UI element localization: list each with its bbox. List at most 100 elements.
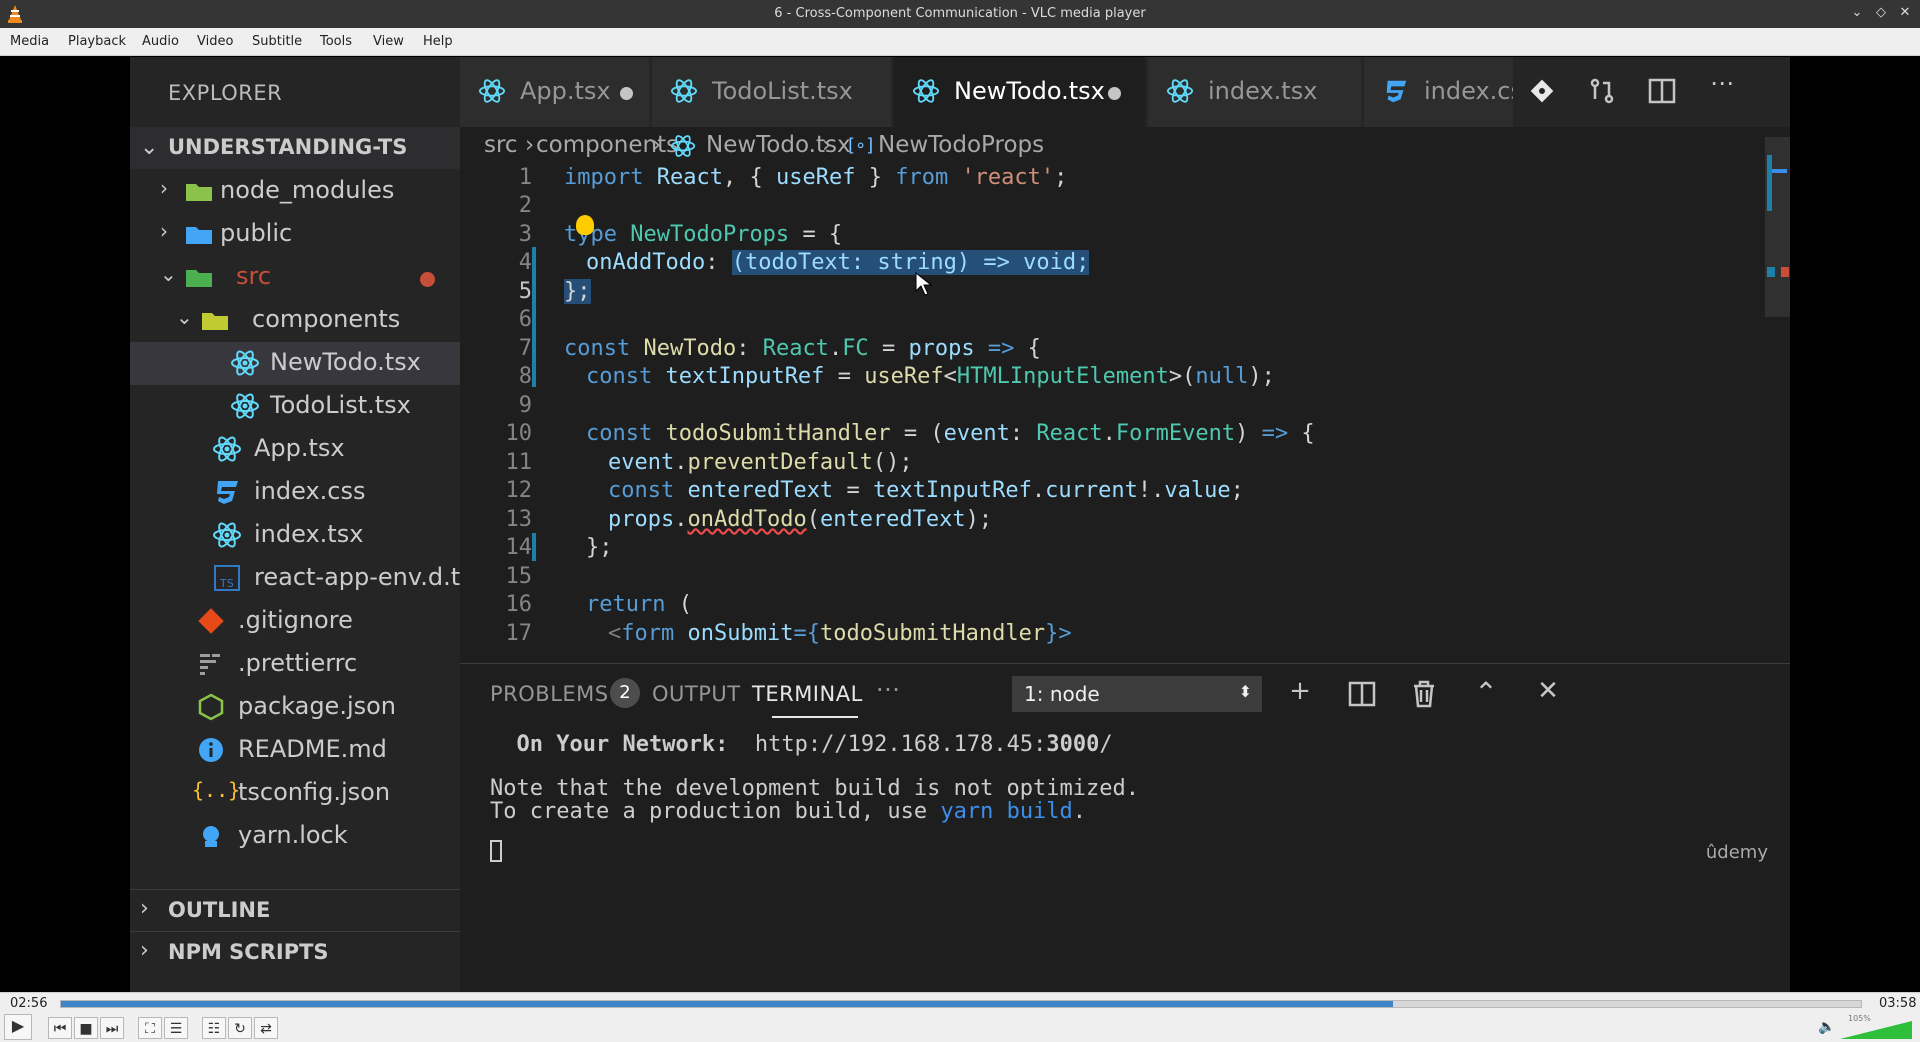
menu-video[interactable]: Video [197, 34, 233, 49]
code-line: <form onSubmit={todoSubmitHandler}> [608, 621, 1072, 646]
tree-item-react-app-env[interactable]: TS react-app-env.d.ts [130, 557, 473, 600]
tree-item-todolist[interactable]: TodoList.tsx [130, 385, 460, 428]
tab-index-css[interactable]: index.cs [1364, 57, 1514, 127]
menu-tools[interactable]: Tools [320, 34, 352, 49]
error-dot-icon [420, 272, 435, 287]
fullscreen-button[interactable]: ⛶ [138, 1017, 162, 1039]
menu-view[interactable]: View [373, 34, 404, 49]
breadcrumb-src[interactable]: src [484, 132, 518, 158]
git-compare-icon[interactable] [1526, 75, 1558, 107]
minimize-icon[interactable]: ⌄ [1848, 4, 1866, 22]
tree-label: components [252, 305, 401, 333]
tree-item-public[interactable]: › public [130, 213, 460, 256]
menu-playback[interactable]: Playback [68, 34, 126, 49]
loop-button[interactable]: ↻ [228, 1017, 252, 1039]
tree-item-package-json[interactable]: package.json [130, 686, 460, 729]
menu-subtitle[interactable]: Subtitle [252, 34, 302, 49]
tree-item-readme[interactable]: README.md [130, 729, 460, 772]
line-number: 10 [505, 421, 533, 446]
tree-label: index.tsx [254, 520, 364, 548]
play-button[interactable]: ▶ [4, 1014, 32, 1040]
tree-item-prettierrc[interactable]: .prettierrc [130, 643, 460, 686]
next-button[interactable]: ⏭ [100, 1017, 124, 1039]
folder-node-icon [186, 184, 212, 201]
git-change-indicator [532, 247, 536, 387]
split-terminal-icon[interactable] [1344, 676, 1380, 712]
line-number: 2 [518, 193, 532, 218]
menu-audio[interactable]: Audio [142, 34, 179, 49]
tab-terminal[interactable]: TERMINAL [752, 682, 863, 706]
code-line: const todoSubmitHandler = (event: React.… [586, 421, 1315, 446]
tab-todolist-tsx[interactable]: TodoList.tsx [652, 57, 892, 127]
tree-item-tsconfig[interactable]: {..} tsconfig.json [130, 772, 460, 815]
tab-label: TodoList.tsx [712, 77, 853, 105]
tree-item-yarn-lock[interactable]: yarn.lock [130, 815, 460, 858]
folder-components-icon [202, 313, 228, 330]
tree-label: index.css [254, 477, 366, 505]
tab-label: index.cs [1424, 77, 1514, 105]
tree-item-app[interactable]: App.tsx [130, 428, 460, 471]
tab-app-tsx[interactable]: App.tsx [460, 57, 650, 127]
breadcrumb-symbol[interactable]: NewTodoProps [878, 132, 1044, 158]
tree-item-node-modules[interactable]: › node_modules [130, 170, 460, 213]
line-number: 15 [505, 564, 533, 589]
terminal-select[interactable]: 1: node ⬍ [1012, 676, 1262, 712]
project-root[interactable]: ⌄ UNDERSTANDING-TS [130, 127, 460, 169]
react-icon [231, 350, 259, 376]
close-panel-icon[interactable]: ✕ [1530, 676, 1566, 712]
stop-button[interactable]: ■ [74, 1017, 98, 1039]
outline-section[interactable]: › OUTLINE [130, 889, 460, 929]
trash-icon[interactable] [1406, 676, 1442, 712]
code-line: event.preventDefault(); [608, 450, 913, 475]
react-icon [231, 393, 259, 419]
terminal-cursor [490, 840, 502, 862]
player-controls: 02:56 03:58 ▶ ⏮ ■ ⏭ ⛶ ☰ ☷ ↻ ⇄ 🔈 105% [0, 992, 1920, 1042]
tab-label: App.tsx [520, 77, 611, 105]
minimap-scrollbar[interactable] [1765, 137, 1790, 317]
maximize-icon[interactable]: ◇ [1872, 4, 1890, 22]
minimap-change-marker [1767, 155, 1772, 211]
split-editor-icon[interactable] [1646, 75, 1678, 107]
terminal-line-build: To create a production build, use yarn b… [490, 799, 1087, 824]
elapsed-time: 02:56 [10, 996, 48, 1011]
menu-help[interactable]: Help [423, 34, 453, 49]
tab-problems[interactable]: PROBLEMS [490, 682, 609, 706]
seek-bar[interactable] [60, 1000, 1862, 1008]
previous-button[interactable]: ⏮ [48, 1017, 72, 1039]
close-icon[interactable]: ✕ [1896, 4, 1914, 22]
symbol-field-icon: [∘] [848, 135, 874, 156]
tab-newtodo-tsx[interactable]: NewTodo.tsx [894, 57, 1146, 127]
tree-item-index-css[interactable]: index.css [130, 471, 460, 514]
svg-text:TS: TS [219, 577, 234, 590]
shuffle-button[interactable]: ⇄ [254, 1017, 278, 1039]
code-editor[interactable]: 1 2 3 4 5 6 7 8 9 10 11 12 13 14 15 16 1… [460, 163, 1790, 663]
volume-slider[interactable] [1840, 1021, 1912, 1039]
code-line: const enteredText = textInputRef.current… [608, 478, 1244, 503]
more-actions-icon[interactable]: ⋯ [1706, 69, 1738, 101]
playlist-button[interactable]: ☷ [202, 1017, 226, 1039]
vscode-window: EXPLORER ⌄ UNDERSTANDING-TS › node_modul… [130, 57, 1790, 992]
npm-scripts-section[interactable]: › NPM SCRIPTS [130, 931, 460, 971]
terminal-line-network: On Your Network: http://192.168.178.45:3… [516, 732, 1113, 757]
speaker-icon[interactable]: 🔈 [1818, 1019, 1835, 1035]
tree-item-index-tsx[interactable]: index.tsx [130, 514, 460, 557]
tab-output[interactable]: OUTPUT [652, 682, 741, 706]
more-panels-icon[interactable]: ··· [876, 676, 900, 704]
tree-item-components[interactable]: ⌄ components [130, 299, 460, 342]
open-changes-icon[interactable] [1586, 75, 1618, 107]
breadcrumb-separator-icon: › [822, 132, 832, 158]
menu-media[interactable]: Media [10, 34, 49, 49]
modified-dot-icon [620, 87, 633, 100]
extended-settings-button[interactable]: ☰ [164, 1017, 188, 1039]
tree-item-newtodo[interactable]: NewTodo.tsx [130, 342, 460, 385]
lightbulb-icon[interactable] [576, 215, 594, 235]
tree-item-gitignore[interactable]: .gitignore [130, 600, 460, 643]
maximize-panel-icon[interactable]: ⌃ [1468, 676, 1504, 712]
react-icon [478, 79, 506, 103]
code-line: }; [586, 535, 613, 560]
video-area[interactable]: EXPLORER ⌄ UNDERSTANDING-TS › node_modul… [0, 57, 1920, 992]
select-arrows-icon: ⬍ [1238, 682, 1252, 701]
tree-item-src[interactable]: ⌄ src [130, 256, 460, 299]
new-terminal-icon[interactable]: + [1282, 676, 1318, 712]
tab-index-tsx[interactable]: index.tsx [1148, 57, 1362, 127]
